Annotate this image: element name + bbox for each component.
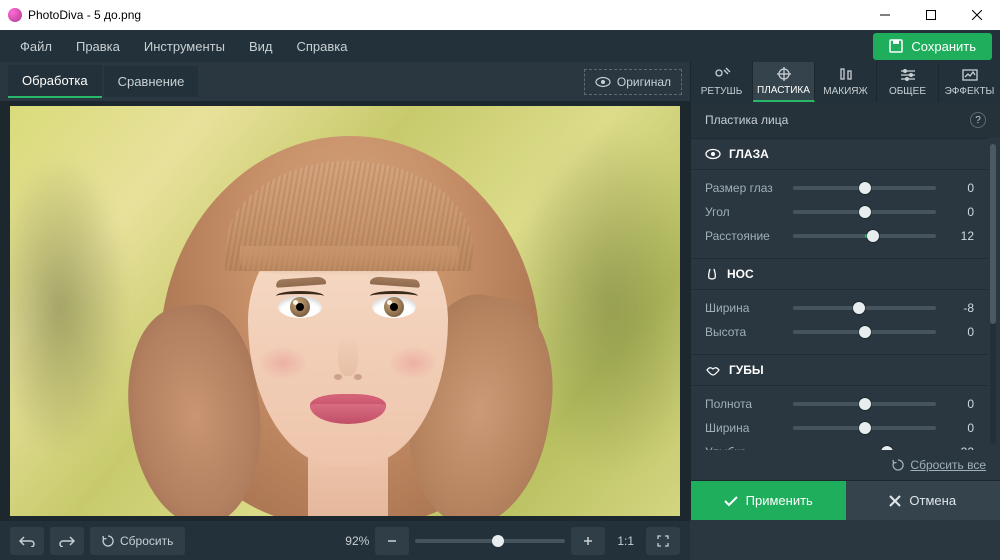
tab-plastic[interactable]: ПЛАСТИКА bbox=[753, 62, 815, 102]
menu-file[interactable]: Файл bbox=[8, 33, 64, 60]
original-toggle[interactable]: Оригинал bbox=[584, 69, 682, 95]
menu-edit[interactable]: Правка bbox=[64, 33, 132, 60]
fullscreen-button[interactable] bbox=[646, 527, 680, 555]
slider-track[interactable] bbox=[793, 306, 936, 310]
sliders-icon bbox=[899, 67, 917, 83]
toolrow: Обработка Сравнение Оригинал РЕТУШЬ ПЛАС… bbox=[0, 62, 1000, 102]
eye-icon bbox=[595, 76, 611, 88]
effects-icon bbox=[961, 67, 979, 83]
slider-label: Высота bbox=[705, 325, 783, 339]
maximize-button[interactable] bbox=[908, 0, 954, 30]
slider-eyes-1[interactable]: Угол 0 bbox=[705, 200, 974, 224]
slider-value: 0 bbox=[946, 397, 974, 411]
zoom-value: 92% bbox=[345, 534, 369, 548]
save-label: Сохранить bbox=[911, 39, 976, 54]
menu-tools[interactable]: Инструменты bbox=[132, 33, 237, 60]
redo-button[interactable] bbox=[50, 527, 84, 555]
makeup-icon bbox=[837, 67, 855, 83]
zoom-out-button[interactable] bbox=[375, 527, 409, 555]
slider-track[interactable] bbox=[793, 186, 936, 190]
canvas[interactable] bbox=[0, 102, 690, 520]
reset-button[interactable]: Сбросить bbox=[90, 527, 185, 555]
lips-icon bbox=[705, 364, 721, 376]
slider-eyes-0[interactable]: Размер глаз 0 bbox=[705, 176, 974, 200]
tab-compare[interactable]: Сравнение bbox=[104, 66, 199, 97]
slider-label: Улыбка bbox=[705, 445, 783, 450]
app-logo-icon bbox=[8, 8, 22, 22]
slider-lips-0[interactable]: Полнота 0 bbox=[705, 392, 974, 416]
side-panel: Пластика лица ? ГЛАЗАРазмер глаз0Угол0Ра… bbox=[690, 102, 1000, 520]
slider-label: Полнота bbox=[705, 397, 783, 411]
x-icon bbox=[889, 495, 901, 507]
reset-icon bbox=[102, 535, 114, 547]
apply-button[interactable]: Применить bbox=[691, 481, 846, 520]
slider-label: Ширина bbox=[705, 301, 783, 315]
slider-value: -8 bbox=[946, 301, 974, 315]
check-icon bbox=[724, 495, 738, 507]
tab-makeup[interactable]: МАКИЯЖ bbox=[815, 62, 877, 102]
section-header-lips[interactable]: ГУБЫ bbox=[691, 354, 988, 386]
slider-track[interactable] bbox=[793, 330, 936, 334]
retouch-icon bbox=[713, 67, 731, 83]
slider-label: Размер глаз bbox=[705, 181, 783, 195]
slider-value: 0 bbox=[946, 205, 974, 219]
slider-nose-0[interactable]: Ширина -8 bbox=[705, 296, 974, 320]
scrollbar-thumb[interactable] bbox=[990, 144, 996, 324]
slider-lips-2[interactable]: Улыбка 32 bbox=[705, 440, 974, 450]
section-header-nose[interactable]: НОС bbox=[691, 258, 988, 290]
eyes-icon bbox=[705, 148, 721, 160]
slider-track[interactable] bbox=[793, 210, 936, 214]
titlebar: PhotoDiva - 5 до.png bbox=[0, 0, 1000, 30]
save-icon bbox=[889, 39, 903, 53]
slider-value: 12 bbox=[946, 229, 974, 243]
section-header-eyes[interactable]: ГЛАЗА bbox=[691, 138, 988, 170]
nose-icon bbox=[705, 267, 719, 281]
reset-icon bbox=[892, 459, 904, 471]
slider-value: 32 bbox=[946, 445, 974, 450]
slider-label: Угол bbox=[705, 205, 783, 219]
reset-all-link[interactable]: Сбросить все bbox=[691, 450, 1000, 480]
photo-preview bbox=[10, 106, 680, 516]
slider-eyes-2[interactable]: Расстояние 12 bbox=[705, 224, 974, 248]
cancel-button[interactable]: Отмена bbox=[846, 481, 1000, 520]
undo-button[interactable] bbox=[10, 527, 44, 555]
slider-label: Ширина bbox=[705, 421, 783, 435]
plastic-icon bbox=[775, 66, 793, 82]
menu-view[interactable]: Вид bbox=[237, 33, 285, 60]
minimize-button[interactable] bbox=[862, 0, 908, 30]
slider-value: 0 bbox=[946, 181, 974, 195]
slider-track[interactable] bbox=[793, 402, 936, 406]
help-button[interactable]: ? bbox=[970, 112, 986, 128]
zoom-in-button[interactable] bbox=[571, 527, 605, 555]
close-button[interactable] bbox=[954, 0, 1000, 30]
zoom-slider[interactable] bbox=[415, 539, 565, 543]
slider-nose-1[interactable]: Высота 0 bbox=[705, 320, 974, 344]
tab-retouch[interactable]: РЕТУШЬ bbox=[691, 62, 753, 102]
menubar: Файл Правка Инструменты Вид Справка Сохр… bbox=[0, 30, 1000, 62]
save-button[interactable]: Сохранить bbox=[873, 33, 992, 60]
slider-track[interactable] bbox=[793, 234, 936, 238]
fit-button[interactable]: 1:1 bbox=[611, 534, 640, 548]
slider-value: 0 bbox=[946, 421, 974, 435]
slider-track[interactable] bbox=[793, 426, 936, 430]
panel-title: Пластика лица bbox=[705, 113, 788, 127]
tab-effects[interactable]: ЭФФЕКТЫ bbox=[939, 62, 1000, 102]
original-label: Оригинал bbox=[617, 75, 671, 89]
tab-edit[interactable]: Обработка bbox=[8, 65, 102, 98]
menu-help[interactable]: Справка bbox=[284, 33, 359, 60]
window-title: PhotoDiva - 5 до.png bbox=[28, 8, 862, 22]
slider-label: Расстояние bbox=[705, 229, 783, 243]
slider-value: 0 bbox=[946, 325, 974, 339]
statusbar: Сбросить 92% 1:1 bbox=[0, 520, 690, 560]
slider-lips-1[interactable]: Ширина 0 bbox=[705, 416, 974, 440]
tab-general[interactable]: ОБЩЕЕ bbox=[877, 62, 939, 102]
